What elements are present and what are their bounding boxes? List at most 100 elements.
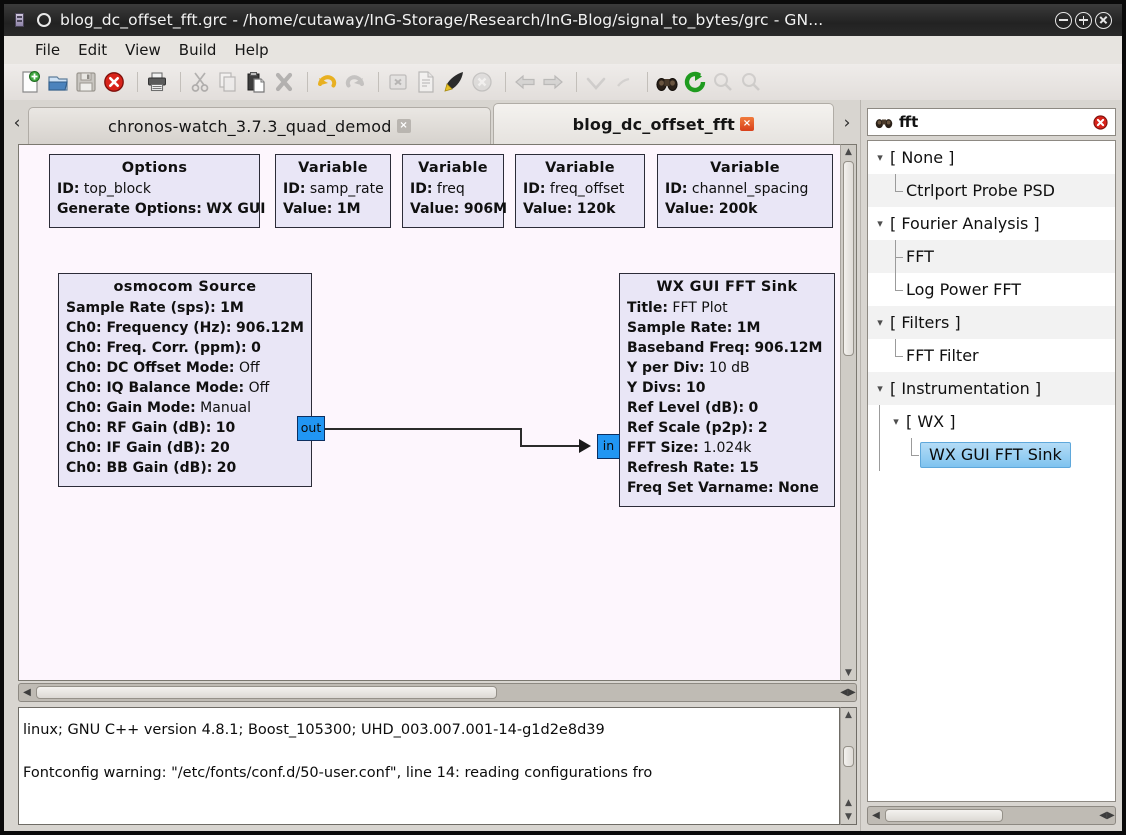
binoculars-icon[interactable] xyxy=(655,70,679,94)
reload-green-icon[interactable] xyxy=(683,70,707,94)
vscroll-track[interactable] xyxy=(841,722,856,796)
variable-channel-spacing-block[interactable]: Variable ID: channel_spacing Value: 200k xyxy=(657,154,833,228)
enable-check-icon[interactable] xyxy=(584,70,608,94)
generate-document-icon[interactable] xyxy=(414,70,438,94)
console-vertical-scrollbar[interactable]: ▲ ▲ ▼ xyxy=(840,707,857,825)
console-line: linux; GNU C++ version 4.8.1; Boost_1053… xyxy=(23,722,835,739)
block-search-bar[interactable]: fft xyxy=(867,108,1116,136)
maximize-button[interactable] xyxy=(1075,12,1092,29)
redo-arrow-icon[interactable] xyxy=(343,70,367,94)
menu-file[interactable]: File xyxy=(26,39,69,61)
tree-category-none[interactable]: ▾ [ None ] xyxy=(868,141,1115,174)
vscroll-thumb[interactable] xyxy=(843,161,854,356)
tree-category-wx[interactable]: ▾ [ WX ] xyxy=(868,405,1115,438)
param-value: 20 xyxy=(217,460,236,476)
scroll-right-arrow-icon[interactable]: ◀▶ xyxy=(1099,810,1115,821)
tree-item-wx-gui-fft-sink[interactable]: WX GUI FFT Sink xyxy=(868,438,1115,471)
printer-icon[interactable] xyxy=(145,70,169,94)
block-library-horizontal-scrollbar[interactable]: ◀ ◀▶ xyxy=(867,806,1116,825)
kill-stop-icon[interactable] xyxy=(470,70,494,94)
hscroll-thumb[interactable] xyxy=(36,686,497,699)
flowgraph-canvas[interactable]: Options ID: top_block Generate Options: … xyxy=(18,144,840,681)
clear-red-x-icon[interactable] xyxy=(1092,114,1109,131)
chevron-down-icon[interactable]: ▾ xyxy=(888,415,904,428)
param-key: FFT Size: xyxy=(627,440,699,456)
canvas-horizontal-scrollbar[interactable]: ◀ ◀▶ xyxy=(18,683,857,702)
param-value: freq_offset xyxy=(550,181,624,197)
tree-label: Log Power FFT xyxy=(904,280,1021,299)
menu-edit[interactable]: Edit xyxy=(69,39,116,61)
block-search-input[interactable]: fft xyxy=(899,113,1092,131)
minimize-button[interactable] xyxy=(1055,12,1072,29)
menu-help[interactable]: Help xyxy=(225,39,277,61)
close-red-x-icon[interactable] xyxy=(102,70,126,94)
open-folder-icon[interactable] xyxy=(46,70,70,94)
close-button[interactable] xyxy=(1095,12,1112,29)
undo-arrow-icon[interactable] xyxy=(315,70,339,94)
variable-freq-block[interactable]: Variable ID: freq Value: 906M xyxy=(402,154,504,228)
tab-chronos-watch[interactable]: chronos-watch_3.7.3_quad_demod × xyxy=(28,107,491,144)
clipboard-paste-icon[interactable] xyxy=(244,70,268,94)
menubar: File Edit View Build Help xyxy=(4,36,1122,65)
variable-samp-rate-block[interactable]: Variable ID: samp_rate Value: 1M xyxy=(275,154,391,228)
tab-close-icon[interactable]: × xyxy=(397,119,411,133)
osmocom-source-block[interactable]: osmocom Source Sample Rate (sps): 1M Ch0… xyxy=(58,273,312,487)
scroll-up-arrow-icon[interactable]: ▲ xyxy=(841,708,856,722)
menu-view[interactable]: View xyxy=(116,39,170,61)
vscroll-thumb[interactable] xyxy=(843,746,854,767)
scroll-down-arrow-icon[interactable]: ▲ xyxy=(841,796,856,810)
block-param: Ref Level (dB): 0 xyxy=(627,400,827,416)
rotate-right-arrow-icon[interactable] xyxy=(541,70,565,94)
scroll-left-arrow-icon[interactable]: ◀ xyxy=(19,687,35,698)
copy-pages-icon[interactable] xyxy=(216,70,240,94)
canvas-vertical-scrollbar[interactable]: ▲ ▼ xyxy=(840,144,857,681)
scroll-down-arrow-icon[interactable]: ▼ xyxy=(841,666,856,680)
menu-build[interactable]: Build xyxy=(170,39,226,61)
scroll-down-arrow-icon-2[interactable]: ▼ xyxy=(841,810,856,824)
tree-item-fft-filter[interactable]: FFT Filter xyxy=(868,339,1115,372)
hscroll-track[interactable] xyxy=(884,807,1099,824)
tree-category-filters[interactable]: ▾ [ Filters ] xyxy=(868,306,1115,339)
console-output[interactable]: linux; GNU C++ version 4.8.1; Boost_1053… xyxy=(18,707,840,825)
param-value: 1M xyxy=(337,201,361,217)
tab-next-arrow-icon[interactable]: › xyxy=(836,102,858,144)
tree-category-instrumentation[interactable]: ▾ [ Instrumentation ] xyxy=(868,372,1115,405)
chevron-down-icon[interactable]: ▾ xyxy=(872,316,888,329)
execute-rocket-icon[interactable] xyxy=(442,70,466,94)
tab-close-icon[interactable]: × xyxy=(740,117,754,131)
errors-icon[interactable] xyxy=(386,70,410,94)
scroll-left-arrow-icon[interactable]: ◀ xyxy=(868,810,884,821)
tree-item-log-power-fft[interactable]: Log Power FFT xyxy=(868,273,1115,306)
block-param: ID: channel_spacing xyxy=(665,181,825,197)
zoom-in-icon[interactable] xyxy=(711,70,735,94)
options-block[interactable]: Options ID: top_block Generate Options: … xyxy=(49,154,260,228)
scissors-icon[interactable] xyxy=(188,70,212,94)
new-document-icon[interactable] xyxy=(18,70,42,94)
hscroll-thumb[interactable] xyxy=(885,809,1003,822)
scroll-right-arrow-icon[interactable]: ◀▶ xyxy=(840,687,856,698)
save-floppy-icon[interactable] xyxy=(74,70,98,94)
vscroll-track[interactable] xyxy=(841,159,856,666)
disable-icon[interactable] xyxy=(612,70,636,94)
tree-item-fft[interactable]: FFT xyxy=(868,240,1115,273)
binoculars-icon xyxy=(874,114,894,130)
fft-sink-in-port[interactable]: in xyxy=(597,434,620,459)
tree-item-ctrlport-probe-psd[interactable]: Ctrlport Probe PSD xyxy=(868,174,1115,207)
chevron-down-icon[interactable]: ▾ xyxy=(872,382,888,395)
param-key: Ch0: Freq. Corr. (ppm): xyxy=(66,340,247,356)
hscroll-track[interactable] xyxy=(35,684,840,701)
block-library-tree[interactable]: ▾ [ None ] Ctrlport Probe PSD ▾ [ Fourie… xyxy=(867,140,1116,802)
scroll-up-arrow-icon[interactable]: ▲ xyxy=(841,145,856,159)
rotate-left-arrow-icon[interactable] xyxy=(513,70,537,94)
zoom-out-icon[interactable] xyxy=(739,70,763,94)
tab-blog-dc-offset-fft[interactable]: blog_dc_offset_fft × xyxy=(493,103,834,144)
chevron-down-icon[interactable]: ▾ xyxy=(872,151,888,164)
chevron-down-icon[interactable]: ▾ xyxy=(872,217,888,230)
delete-x-icon[interactable] xyxy=(272,70,296,94)
param-key: Ref Scale (p2p): xyxy=(627,420,753,436)
tree-category-fourier-analysis[interactable]: ▾ [ Fourier Analysis ] xyxy=(868,207,1115,240)
wx-gui-fft-sink-block[interactable]: WX GUI FFT Sink Title: FFT Plot Sample R… xyxy=(619,273,835,507)
osmocom-source-out-port[interactable]: out xyxy=(297,416,325,441)
tab-prev-arrow-icon[interactable]: ‹ xyxy=(6,102,28,144)
variable-freq-offset-block[interactable]: Variable ID: freq_offset Value: 120k xyxy=(515,154,645,228)
